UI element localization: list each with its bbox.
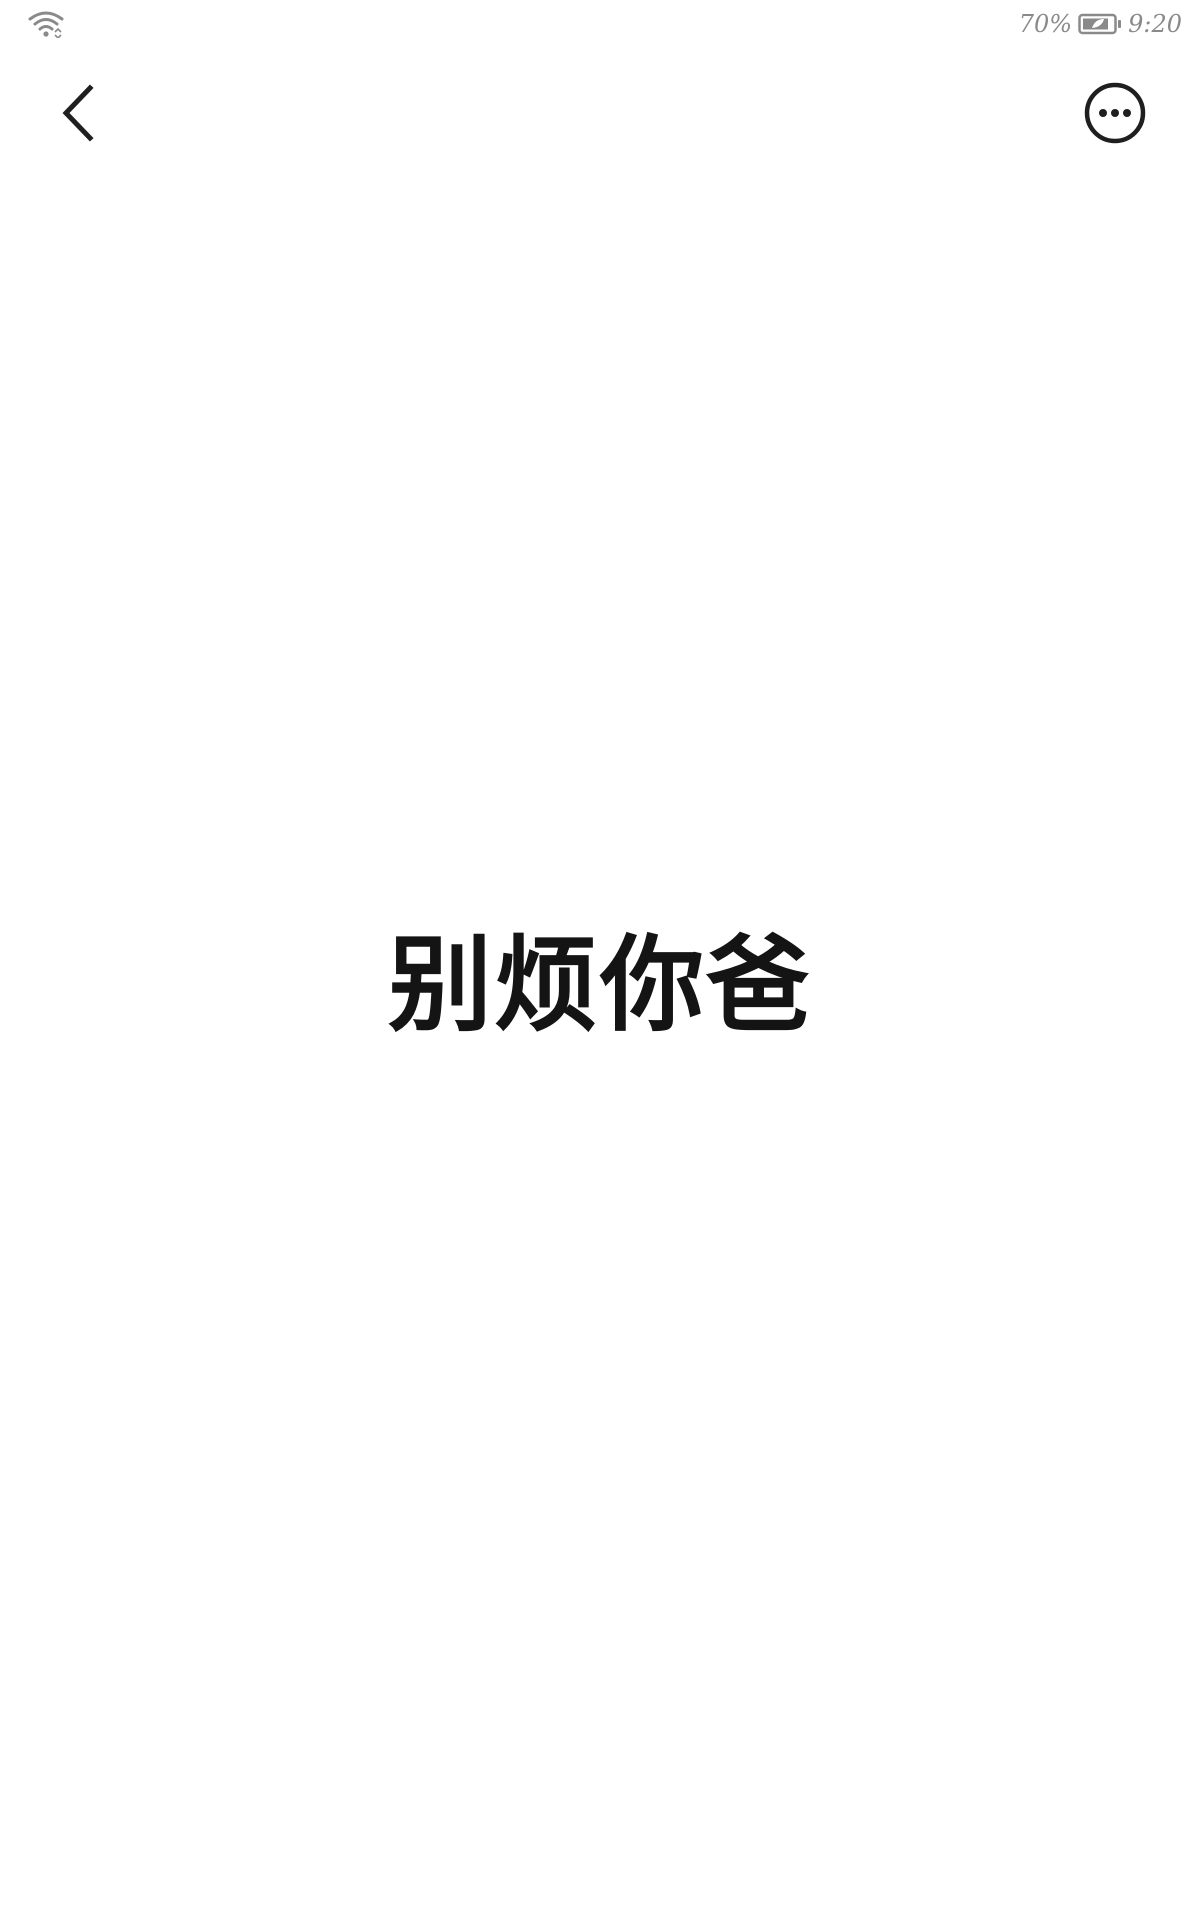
status-right: 70% 9:20 (1019, 8, 1182, 40)
clock: 9:20 (1128, 10, 1182, 38)
viewed-image: 别烦你爸 (380, 920, 820, 1050)
more-horizontal-circle-icon (1084, 82, 1146, 144)
status-bar: 70% 9:20 (0, 0, 1200, 50)
back-button[interactable] (48, 78, 108, 148)
chevron-left-icon (62, 84, 94, 142)
wifi-icon (28, 10, 64, 40)
battery-saver-icon (1078, 13, 1122, 35)
battery-percent: 70% (1018, 10, 1073, 38)
image-text: 别烦你爸 (387, 924, 812, 1046)
more-options-button[interactable] (1080, 78, 1150, 148)
